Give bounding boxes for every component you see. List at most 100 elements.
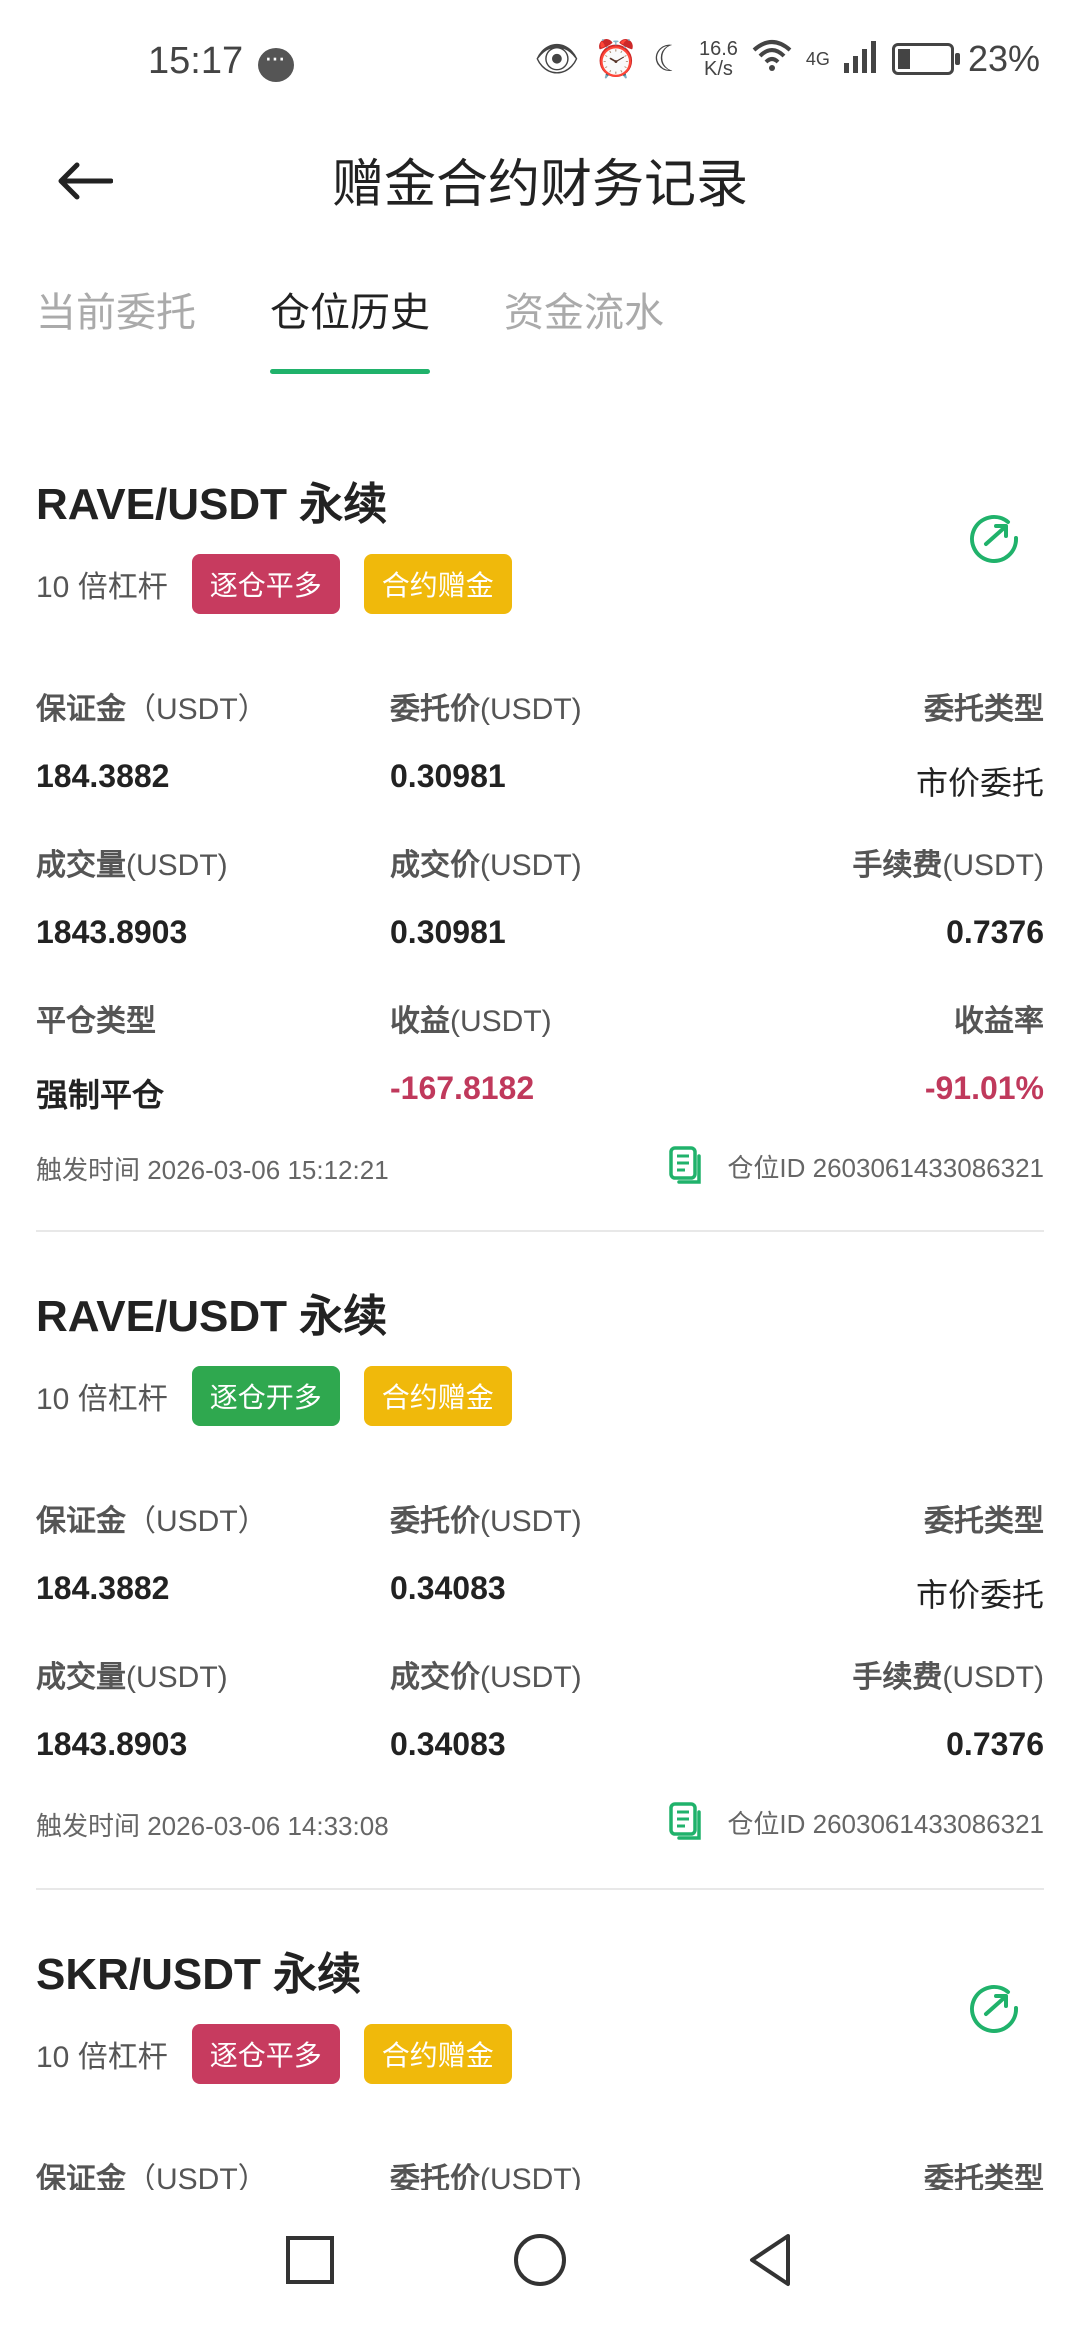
record-footer: 触发时间 2026-03-06 14:33:08 仓位ID 2603061433… [36,1798,1044,1848]
speed-value: 16.6 [698,38,738,60]
square-recents-icon[interactable] [280,2230,340,2290]
triangle-back-icon[interactable] [740,2230,800,2290]
volume-label: 成交量 [36,849,126,882]
direction-tag: 逐仓平多 [191,2024,340,2084]
fee-value: 0.7376 [946,1726,1044,1762]
fill-price-cell: 成交价(USDT) 0.34083 [390,1652,744,1808]
close-type-cell: 平仓类型 强制平仓 [36,996,390,1152]
bonus-tag: 合约赠金 [363,554,512,614]
circle-home-icon[interactable] [510,2230,570,2290]
close-type-label: 平仓类型 [36,1005,156,1038]
app-header: 赠金合约财务记录 [0,130,1080,230]
order-price-unit: (USDT) [480,693,582,726]
fill-price-value: 0.34083 [390,1726,506,1762]
fill-price-value: 0.30981 [390,914,506,950]
share-icon[interactable] [964,1978,1024,2038]
volume-value: 1843.8903 [36,914,188,950]
position-id-text: 仓位ID 2603061433086321 [727,1808,1044,1839]
margin-value: 184.3882 [36,1570,170,1606]
status-icons: 👁 ⏰ ☾ 16.6 K/s 4G 23% [534,38,1040,80]
copy-id-icon[interactable] [669,1802,703,1842]
chat-notification-icon [258,42,294,82]
alarm-icon: ⏰ [593,38,639,79]
order-price-cell: 委托价(USDT) 0.30981 [390,684,744,840]
position-id-text: 仓位ID 2603061433086321 [727,1152,1044,1183]
record-details: 保证金（USDT） 184.3882 委托价(USDT) 0.30981 委托类… [36,684,1044,1152]
leverage-label: 10 倍杠杆 [36,571,168,604]
margin-value: 184.3882 [36,758,170,794]
fee-unit: (USDT) [942,849,1044,882]
order-price-label: 委托价 [390,1505,480,1538]
order-type-value: 市价委托 [915,765,1044,801]
pnl-rate-cell: 收益率 -91.01% [744,996,1044,1152]
fee-cell: 手续费(USDT) 0.7376 [744,840,1044,996]
eye-icon: 👁 [534,38,580,79]
fill-price-unit: (USDT) [480,1661,582,1694]
record-title: RAVE/USDT 永续 [36,1292,388,1341]
record-divider [36,1230,1044,1232]
fill-price-label: 成交价 [390,849,480,882]
tab-fund-flow[interactable]: 资金流水 [504,280,664,364]
record-divider [36,1888,1044,1890]
pnl-label: 收益 [390,1005,450,1038]
fee-unit: (USDT) [942,1661,1044,1694]
pnl-rate-label: 收益率 [954,1005,1044,1038]
bonus-tag: 合约赠金 [363,2024,512,2084]
volume-cell: 成交量(USDT) 1843.8903 [36,1652,390,1808]
order-type-cell: 委托类型 市价委托 [744,684,1044,840]
record-title: SKR/USDT 永续 [36,1950,362,1999]
moon-icon: ☾ [652,38,685,79]
bonus-tag: 合约赠金 [363,1366,512,1426]
share-icon[interactable] [964,508,1024,568]
leverage-label: 10 倍杠杆 [36,1383,168,1416]
network-type: 4G [805,48,830,69]
fill-price-unit: (USDT) [480,849,582,882]
pnl-rate-value: -91.01% [924,1070,1044,1106]
tag-row: 10 倍杠杆 逐仓平多 合约赠金 [36,554,1044,614]
direction-tag: 逐仓开多 [191,1366,340,1426]
tag-row: 10 倍杠杆 逐仓平多 合约赠金 [36,2024,1044,2084]
margin-cell: 保证金（USDT） 184.3882 [36,1496,390,1652]
volume-label: 成交量 [36,1661,126,1694]
order-type-label: 委托类型 [924,1505,1044,1538]
status-bar: 15:17 👁 ⏰ ☾ 16.6 K/s 4G 23% [0,0,1080,130]
margin-unit: （USDT） [126,693,268,726]
margin-label: 保证金 [36,693,126,726]
position-record: RAVE/USDT 永续 10 倍杠杆 逐仓开多 合约赠金 保证金（USDT） … [36,1280,1044,1848]
system-nav-bar [0,2190,1080,2340]
volume-value: 1843.8903 [36,1726,188,1762]
order-price-label: 委托价 [390,693,480,726]
pnl-cell: 收益(USDT) -167.8182 [390,996,744,1152]
close-type-value: 强制平仓 [36,1077,165,1113]
battery-icon [891,43,960,75]
volume-cell: 成交量(USDT) 1843.8903 [36,840,390,996]
trigger-time: 触发时间 2026-03-06 14:33:08 [36,1811,389,1841]
position-id: 仓位ID 2603061433086321 [669,1146,1044,1186]
fee-cell: 手续费(USDT) 0.7376 [744,1652,1044,1808]
position-record: RAVE/USDT 永续 10 倍杠杆 逐仓平多 合约赠金 保证金（USDT） … [36,468,1044,1192]
record-details: 保证金（USDT） 184.3882 委托价(USDT) 0.34083 委托类… [36,1496,1044,1808]
order-type-cell: 委托类型 市价委托 [744,1496,1044,1652]
signal-icon [843,40,878,78]
speed-unit: K/s [704,58,733,80]
tab-bar: 当前委托 仓位历史 资金流水 [36,280,738,374]
wifi-icon [752,38,792,80]
order-price-unit: (USDT) [480,1505,582,1538]
tab-current-orders[interactable]: 当前委托 [36,280,196,364]
copy-id-icon[interactable] [669,1146,703,1186]
page-title: 赠金合约财务记录 [331,156,748,214]
direction-tag: 逐仓平多 [191,554,340,614]
network-speed: 16.6 K/s [699,39,738,79]
order-price-value: 0.34083 [390,1570,506,1606]
pnl-value: -167.8182 [390,1070,535,1106]
order-type-value: 市价委托 [915,1577,1044,1613]
pnl-unit: (USDT) [450,1005,552,1038]
order-type-label: 委托类型 [924,693,1044,726]
order-price-value: 0.30981 [390,758,506,794]
fee-value: 0.7376 [946,914,1044,950]
margin-label: 保证金 [36,1505,126,1538]
order-price-cell: 委托价(USDT) 0.34083 [390,1496,744,1652]
tab-position-history[interactable]: 仓位历史 [270,280,430,374]
position-id: 仓位ID 2603061433086321 [669,1802,1044,1842]
margin-cell: 保证金（USDT） 184.3882 [36,684,390,840]
